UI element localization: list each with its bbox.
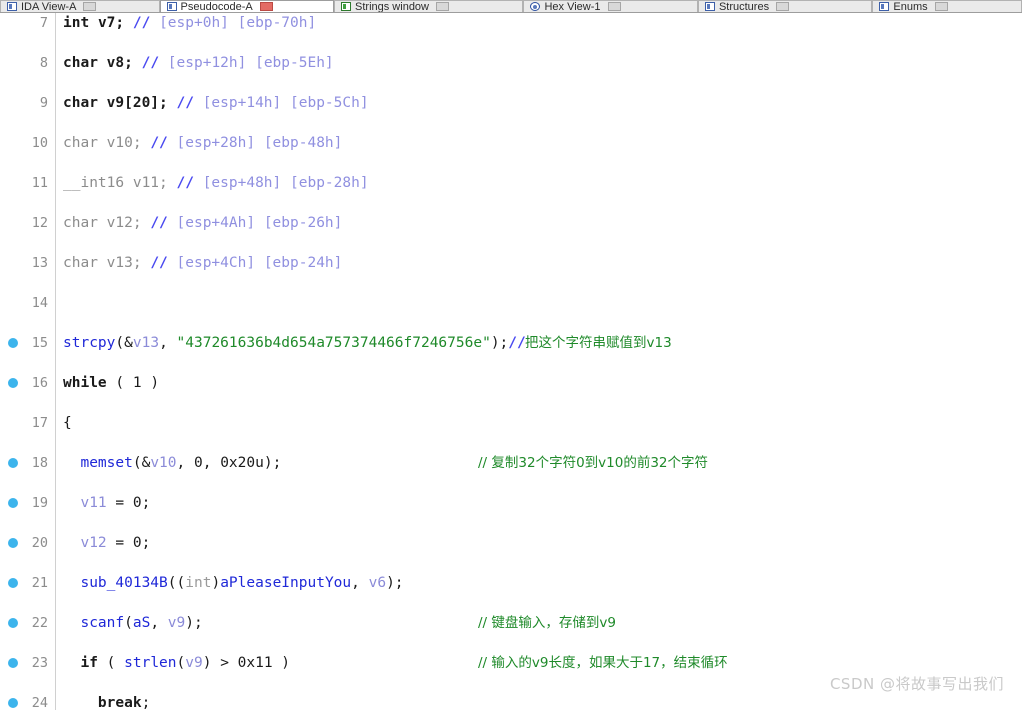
line-code: break; [97, 695, 151, 710]
line-number: 22 [31, 615, 48, 631]
tab-label: Enums [893, 1, 928, 13]
pseudocode-icon [166, 2, 177, 11]
code-line[interactable]: 10 char v10; // [esp+28h] [ebp-48h] [0, 133, 1022, 153]
code-line[interactable]: 7 int v7; // [esp+0h] [ebp-70h] [0, 13, 1022, 33]
code-line[interactable]: 20 v12 = 0; [0, 533, 1022, 553]
hex-view-icon [530, 2, 541, 11]
line-code: strcpy(&v13, "437261636b4d654a757374466f… [63, 335, 526, 351]
line-code: sub_40134B((int)aPleaseInputYou, v6); [80, 575, 404, 591]
line-comment: // 复制32个字符0到v10的前32个字符 [478, 455, 709, 471]
line-number: 11 [31, 175, 48, 191]
line-number: 14 [31, 295, 48, 311]
code-line[interactable]: 18 memset(&v10, 0, 0x20u); // 复制32个字符0到v… [0, 453, 1022, 473]
line-code: int v7; // [esp+0h] [ebp-70h] [63, 15, 317, 31]
enums-icon [879, 2, 890, 11]
line-number: 23 [31, 655, 48, 671]
tab-label: Pseudocode-A [180, 1, 253, 13]
line-code: while ( 1 ) [63, 375, 160, 391]
tab-label: IDA View-A [21, 1, 77, 13]
close-icon[interactable] [259, 2, 273, 11]
code-line[interactable]: 12 char v12; // [esp+4Ah] [ebp-26h] [0, 213, 1022, 233]
line-number: 8 [39, 55, 48, 71]
gutter-divider [55, 13, 56, 710]
line-code: memset(&v10, 0, 0x20u); [80, 455, 282, 471]
line-code: char v13; // [esp+4Ch] [ebp-24h] [63, 255, 343, 271]
tab-pseudocode-a[interactable]: Pseudocode-A [159, 0, 335, 13]
line-number: 15 [31, 335, 48, 351]
structures-icon [704, 2, 715, 11]
line-number: 16 [31, 375, 48, 391]
close-icon[interactable] [436, 2, 449, 11]
close-icon[interactable] [934, 2, 948, 11]
line-number: 10 [31, 135, 48, 151]
line-number: 17 [31, 415, 48, 431]
code-line[interactable]: 24 break; [0, 693, 1022, 710]
line-number: 19 [31, 495, 48, 511]
strings-window-icon [341, 2, 352, 11]
code-line[interactable]: 22 scanf(aS, v9); // 键盘输入，存储到v9 [0, 613, 1022, 633]
line-code: char v9[20]; // [esp+14h] [ebp-5Ch] [63, 95, 369, 111]
line-code: v11 = 0; [80, 495, 151, 511]
line-comment: 把这个字符串赋值到v13 [525, 335, 672, 351]
code-line[interactable]: 11 __int16 v11; // [esp+48h] [ebp-28h] [0, 173, 1022, 193]
line-code: char v8; // [esp+12h] [ebp-5Eh] [63, 55, 334, 71]
watermark: CSDN @将故事写出我们 [829, 675, 1004, 693]
tab-label: Strings window [355, 1, 429, 13]
code-line[interactable]: 8 char v8; // [esp+12h] [ebp-5Eh] [0, 53, 1022, 73]
code-line[interactable]: 23 if ( strlen(v9) > 0x11 ) // 输入的v9长度，如… [0, 653, 1022, 673]
line-comment: // 键盘输入，存储到v9 [478, 615, 616, 631]
code-line[interactable]: 16 while ( 1 ) [0, 373, 1022, 393]
line-number: 18 [31, 455, 48, 471]
line-number: 20 [31, 535, 48, 551]
line-number: 21 [31, 575, 48, 591]
tab-ida-view-a[interactable]: IDA View-A [0, 0, 160, 12]
line-code: char v12; // [esp+4Ah] [ebp-26h] [63, 215, 343, 231]
line-code: v12 = 0; [80, 535, 151, 551]
line-code: char v10; // [esp+28h] [ebp-48h] [63, 135, 343, 151]
line-number: 9 [39, 95, 48, 111]
code-line[interactable]: 14 [0, 293, 1022, 313]
code-line[interactable]: 17 { [0, 413, 1022, 433]
ida-view-icon [7, 2, 17, 11]
line-code: { [63, 415, 72, 431]
line-number: 12 [31, 215, 48, 231]
tab-label: Structures [718, 1, 770, 13]
line-code: scanf(aS, v9); [80, 615, 203, 631]
code-line[interactable]: 21 sub_40134B((int)aPleaseInputYou, v6); [0, 573, 1022, 593]
close-icon[interactable] [607, 2, 621, 11]
tab-structures[interactable]: Structures [697, 0, 873, 13]
code-line[interactable]: 19 v11 = 0; [0, 493, 1022, 513]
pseudocode-editor[interactable]: 7 int v7; // [esp+0h] [ebp-70h] 8 char v… [0, 13, 1022, 710]
code-line[interactable]: 15 strcpy(&v13, "437261636b4d654a7573744… [0, 333, 1022, 353]
line-code: __int16 v11; // [esp+48h] [ebp-28h] [63, 175, 369, 191]
code-line[interactable]: 13 char v13; // [esp+4Ch] [ebp-24h] [0, 253, 1022, 273]
tab-label: Hex View-1 [544, 1, 601, 13]
tab-hex-view-1[interactable]: Hex View-1 [523, 0, 698, 13]
close-icon[interactable] [83, 2, 97, 11]
code-line[interactable]: 9 char v9[20]; // [esp+14h] [ebp-5Ch] [0, 93, 1022, 113]
tab-strings-window[interactable]: Strings window [334, 0, 524, 13]
tab-enums[interactable]: Enums [872, 0, 1022, 12]
tab-bar: IDA View-A Pseudocode-A Strings window H… [0, 0, 1022, 13]
line-code: if ( strlen(v9) > 0x11 ) [80, 655, 291, 671]
line-number: 13 [31, 255, 48, 271]
line-number: 24 [31, 695, 48, 710]
close-icon[interactable] [776, 2, 790, 11]
line-comment: // 输入的v9长度，如果大于17，结束循环 [478, 655, 728, 671]
line-number: 7 [39, 15, 48, 31]
